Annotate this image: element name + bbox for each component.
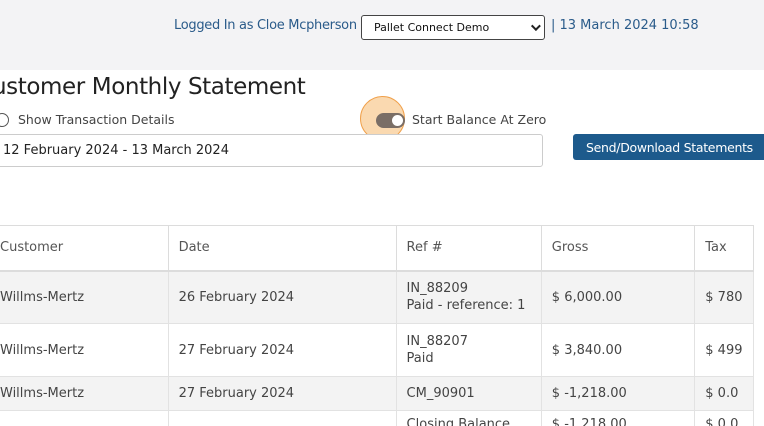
start-balance-label: Start Balance At Zero xyxy=(412,112,547,127)
cell-date xyxy=(168,410,397,426)
start-balance-toggle[interactable] xyxy=(376,113,405,128)
cell-ref: IN_88209 Paid - reference: 1 xyxy=(396,270,542,324)
cell-tax: $ 780 xyxy=(694,270,754,324)
tenant-select-value: Pallet Connect Demo xyxy=(374,21,490,34)
column-header-tax[interactable]: Tax xyxy=(694,225,754,272)
date-range-input[interactable]: 12 February 2024 - 13 March 2024 xyxy=(0,134,543,167)
cell-customer: Willms-Mertz xyxy=(0,376,169,411)
cell-customer xyxy=(0,410,169,426)
top-bar: Logged In as Cloe Mcpherson | Pallet Con… xyxy=(0,0,764,70)
column-header-date[interactable]: Date xyxy=(168,225,397,272)
table-row[interactable]: Willms-Mertz 27 February 2024 CM_90901 $… xyxy=(0,376,754,411)
table-row[interactable]: Willms-Mertz 26 February 2024 IN_88209 P… xyxy=(0,270,754,324)
send-download-statements-button[interactable]: Send/Download Statements xyxy=(573,134,764,160)
closing-balance-row: Closing Balance $ -1,218.00 $ 0.0 xyxy=(0,410,754,426)
show-details-label: Show Transaction Details xyxy=(18,112,175,127)
cell-customer: Willms-Mertz xyxy=(0,270,169,324)
cell-tax: $ 0.0 xyxy=(694,410,754,426)
cell-gross: $ -1,218.00 xyxy=(541,376,696,411)
cell-date: 27 February 2024 xyxy=(168,376,397,411)
ref-status: Paid - reference: 1 xyxy=(406,298,526,314)
page-title: ustomer Monthly Statement xyxy=(0,74,306,100)
column-header-customer[interactable]: Customer xyxy=(0,225,169,272)
cell-ref: CM_90901 xyxy=(396,376,542,411)
ref-number: IN_88209 xyxy=(406,281,468,297)
table-row[interactable]: Willms-Mertz 27 February 2024 IN_88207 P… xyxy=(0,323,754,377)
cell-gross: $ -1,218.00 xyxy=(541,410,696,426)
tenant-select[interactable]: Pallet Connect Demo xyxy=(361,15,545,40)
ref-status: Paid xyxy=(406,351,434,366)
cell-tax: $ 499 xyxy=(694,323,754,377)
cell-ref: IN_88207 Paid xyxy=(396,323,542,377)
cell-ref: Closing Balance xyxy=(396,410,542,426)
ref-number: IN_88207 xyxy=(406,334,468,349)
chevron-down-icon xyxy=(530,21,541,32)
cell-gross: $ 6,000.00 xyxy=(541,270,696,324)
logged-in-user: Logged In as Cloe Mcpherson | xyxy=(174,18,369,33)
statement-table: Customer Date Ref # Gross Tax Willms-Mer… xyxy=(0,225,754,426)
toggle-knob xyxy=(392,115,403,126)
cell-tax: $ 0.0 xyxy=(694,376,754,411)
cell-customer: Willms-Mertz xyxy=(0,323,169,377)
column-header-gross[interactable]: Gross xyxy=(541,225,696,272)
show-details-radio[interactable] xyxy=(0,113,9,127)
cell-date: 26 February 2024 xyxy=(168,270,397,324)
cell-date: 27 February 2024 xyxy=(168,323,397,377)
current-datetime: | 13 March 2024 10:58 xyxy=(551,18,699,33)
cell-gross: $ 3,840.00 xyxy=(541,323,696,377)
logged-in-label[interactable]: Logged In as Cloe Mcpherson xyxy=(174,18,357,33)
column-header-ref[interactable]: Ref # xyxy=(396,225,542,272)
